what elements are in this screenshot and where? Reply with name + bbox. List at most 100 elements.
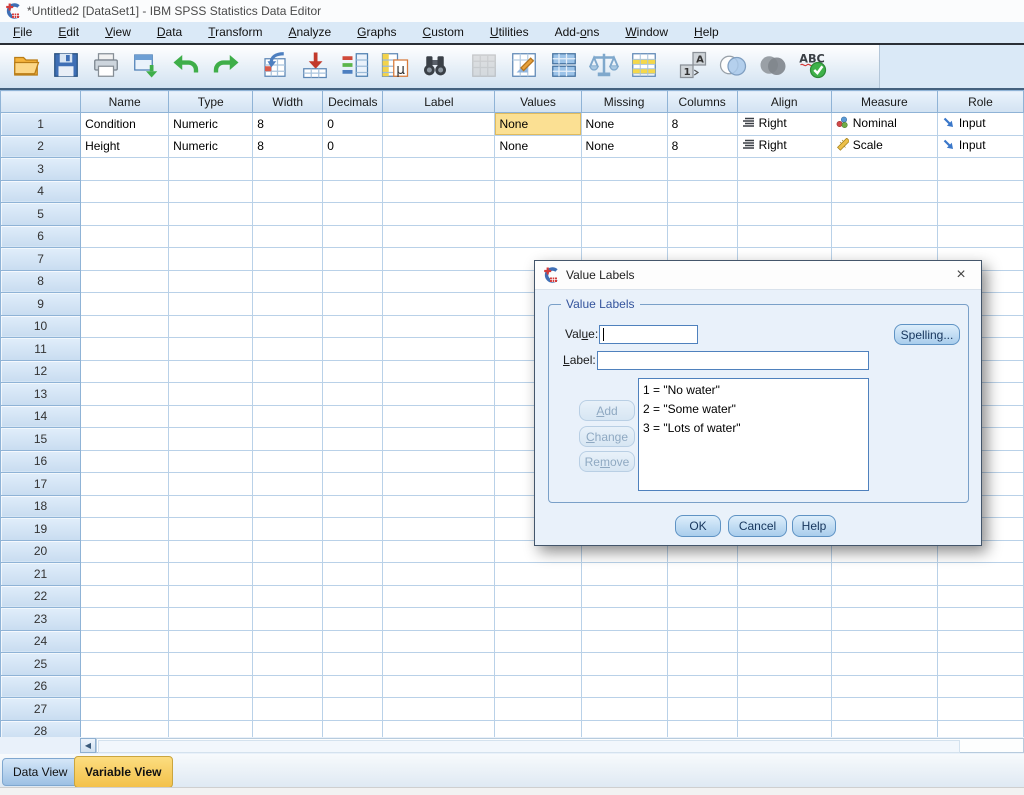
row-number[interactable]: 24 — [1, 630, 81, 653]
col-header-columns[interactable]: Columns — [667, 91, 737, 113]
cell-align[interactable]: Right — [737, 135, 831, 158]
cell-empty[interactable] — [383, 653, 495, 676]
spelling-button[interactable]: Spelling... — [894, 324, 960, 345]
cell-empty[interactable] — [323, 518, 383, 541]
cell-empty[interactable] — [253, 383, 323, 406]
row-number[interactable]: 4 — [1, 180, 81, 203]
cell-empty[interactable] — [737, 608, 831, 631]
cell-empty[interactable] — [253, 428, 323, 451]
cell-empty[interactable] — [737, 180, 831, 203]
row-number[interactable]: 7 — [1, 248, 81, 271]
cell-empty[interactable] — [581, 225, 667, 248]
insert-cases-button[interactable] — [465, 49, 503, 85]
cell-empty[interactable] — [581, 675, 667, 698]
cell-empty[interactable] — [169, 495, 253, 518]
cell-empty[interactable] — [937, 608, 1023, 631]
col-header-decimals[interactable]: Decimals — [323, 91, 383, 113]
cell-empty[interactable] — [169, 585, 253, 608]
value-input[interactable] — [599, 325, 698, 344]
cell-empty[interactable] — [937, 203, 1023, 226]
cell-empty[interactable] — [81, 450, 169, 473]
cell-values[interactable]: None — [495, 135, 581, 158]
tab-data-view[interactable]: Data View — [2, 758, 78, 786]
cell-empty[interactable] — [831, 585, 937, 608]
cell-values[interactable]: None — [495, 113, 581, 136]
dialog-title-bar[interactable]: Value Labels × — [535, 261, 981, 290]
row-number[interactable]: 14 — [1, 405, 81, 428]
cell-empty[interactable] — [169, 248, 253, 271]
close-icon[interactable]: × — [950, 264, 972, 286]
row-number[interactable]: 16 — [1, 450, 81, 473]
cell-empty[interactable] — [831, 608, 937, 631]
cell-empty[interactable] — [253, 180, 323, 203]
cell-empty[interactable] — [169, 338, 253, 361]
cell-empty[interactable] — [323, 653, 383, 676]
cell-empty[interactable] — [581, 653, 667, 676]
cell-empty[interactable] — [383, 248, 495, 271]
cell-empty[interactable] — [81, 518, 169, 541]
cell-empty[interactable] — [323, 360, 383, 383]
cell-width[interactable]: 8 — [253, 135, 323, 158]
cell-empty[interactable] — [937, 585, 1023, 608]
remove-button[interactable]: Remove — [579, 451, 635, 472]
col-header-role[interactable]: Role — [937, 91, 1023, 113]
cell-empty[interactable] — [831, 225, 937, 248]
menu-custom[interactable]: Custom — [410, 22, 477, 43]
cell-empty[interactable] — [253, 203, 323, 226]
cell-label[interactable] — [383, 113, 495, 136]
cell-empty[interactable] — [495, 608, 581, 631]
cell-empty[interactable] — [667, 585, 737, 608]
cancel-button[interactable]: Cancel — [728, 515, 787, 537]
cell-empty[interactable] — [831, 698, 937, 721]
col-header-width[interactable]: Width — [253, 91, 323, 113]
cell-empty[interactable] — [737, 698, 831, 721]
cell-empty[interactable] — [81, 675, 169, 698]
cell-empty[interactable] — [581, 158, 667, 181]
cell-empty[interactable] — [383, 450, 495, 473]
help-button[interactable]: Help — [792, 515, 836, 537]
cell-empty[interactable] — [323, 383, 383, 406]
menu-analyze[interactable]: Analyze — [275, 22, 344, 43]
cell-empty[interactable] — [737, 225, 831, 248]
cell-empty[interactable] — [169, 608, 253, 631]
split-file-button[interactable] — [545, 49, 583, 85]
cell-empty[interactable] — [169, 450, 253, 473]
cell-empty[interactable] — [253, 270, 323, 293]
cell-empty[interactable] — [81, 608, 169, 631]
cell-role[interactable]: Input — [937, 135, 1023, 158]
cell-empty[interactable] — [81, 180, 169, 203]
cell-empty[interactable] — [581, 563, 667, 586]
cell-empty[interactable] — [495, 225, 581, 248]
cell-empty[interactable] — [81, 293, 169, 316]
cell-empty[interactable] — [323, 473, 383, 496]
col-header-measure[interactable]: Measure — [831, 91, 937, 113]
value-label-item[interactable]: 3 = "Lots of water" — [643, 419, 864, 438]
cell-empty[interactable] — [169, 563, 253, 586]
cell-empty[interactable] — [253, 450, 323, 473]
cell-empty[interactable] — [253, 225, 323, 248]
cell-empty[interactable] — [831, 653, 937, 676]
cell-empty[interactable] — [383, 270, 495, 293]
cell-empty[interactable] — [169, 540, 253, 563]
cell-empty[interactable] — [581, 698, 667, 721]
weight-cases-button[interactable] — [585, 49, 623, 85]
value-label-item[interactable]: 1 = "No water" — [643, 381, 864, 400]
row-number[interactable]: 25 — [1, 653, 81, 676]
cell-empty[interactable] — [169, 405, 253, 428]
cell-empty[interactable] — [169, 428, 253, 451]
cell-empty[interactable] — [169, 293, 253, 316]
cell-empty[interactable] — [495, 180, 581, 203]
cell-empty[interactable] — [831, 675, 937, 698]
cell-empty[interactable] — [383, 675, 495, 698]
cell-empty[interactable] — [831, 158, 937, 181]
show-all-variables-button[interactable] — [754, 49, 792, 85]
row-number[interactable]: 9 — [1, 293, 81, 316]
cell-empty[interactable] — [495, 585, 581, 608]
row-number[interactable]: 1 — [1, 113, 81, 136]
cell-empty[interactable] — [253, 563, 323, 586]
cell-empty[interactable] — [383, 698, 495, 721]
recall-dialogs-button[interactable] — [127, 49, 165, 85]
cell-empty[interactable] — [667, 203, 737, 226]
cell-empty[interactable] — [253, 248, 323, 271]
cell-empty[interactable] — [581, 630, 667, 653]
